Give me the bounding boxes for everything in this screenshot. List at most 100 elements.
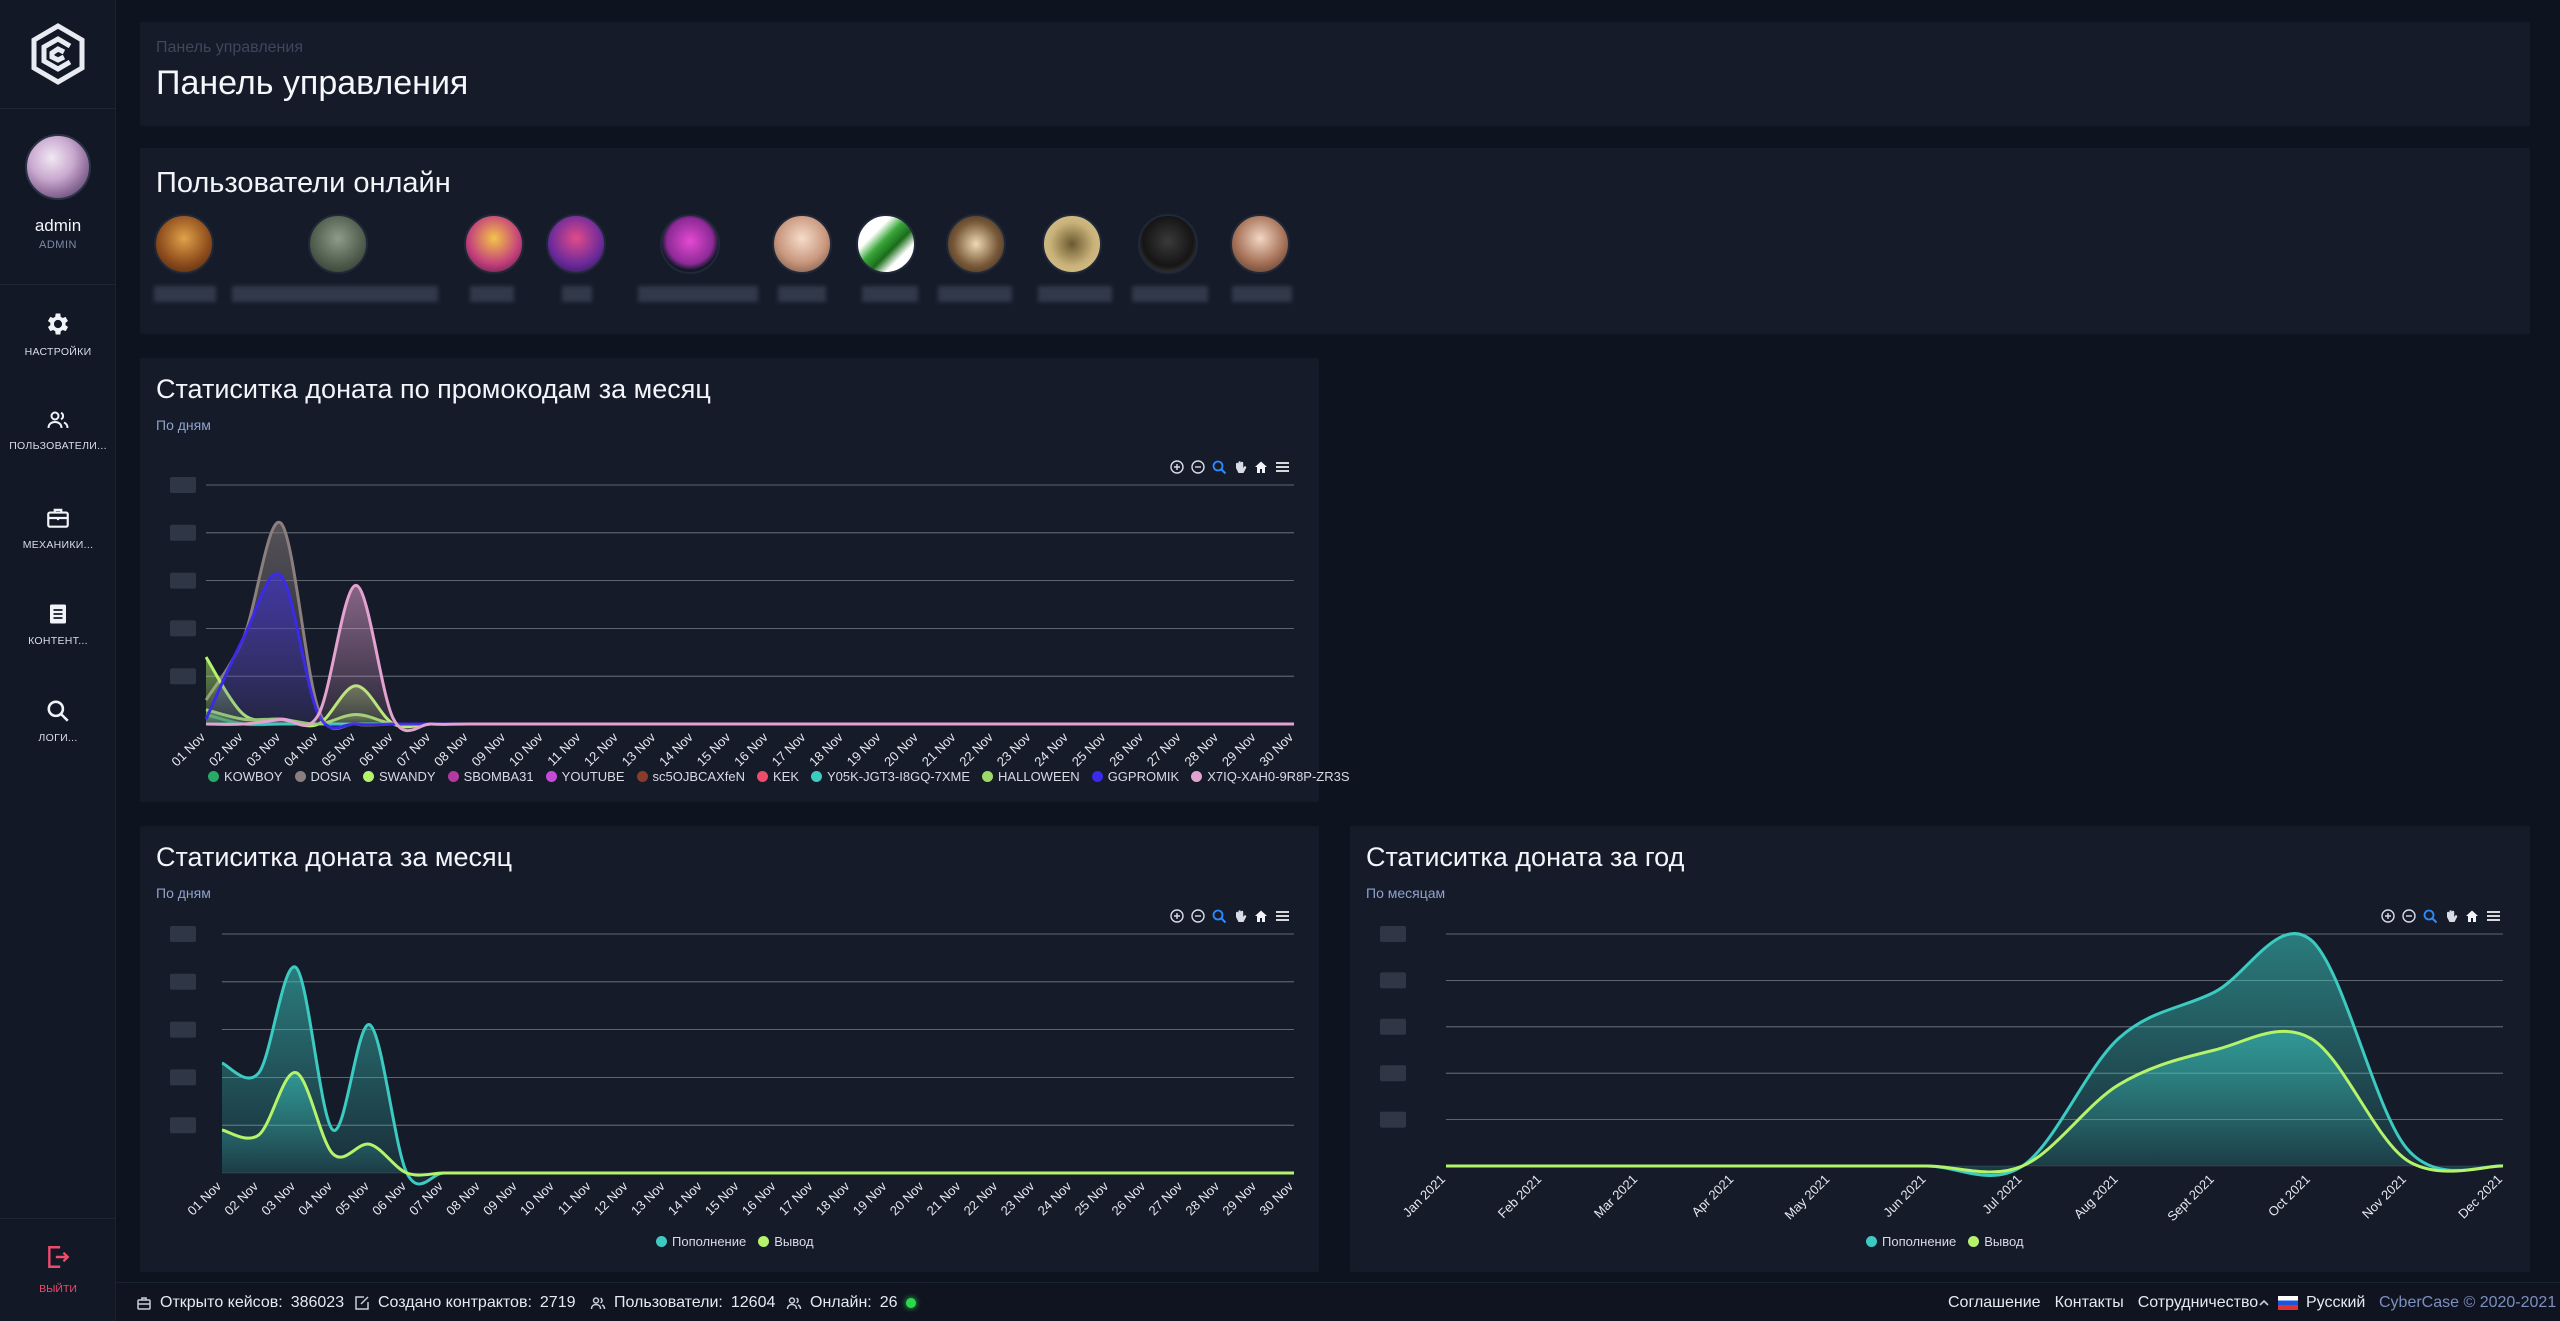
copyright: CyberCase © 2020-2021 <box>2379 1294 2557 1311</box>
username-blurred <box>154 286 216 302</box>
user-profile[interactable]: admin ADMIN <box>0 134 116 251</box>
online-user[interactable] <box>154 214 216 302</box>
online-user[interactable] <box>856 214 918 302</box>
online-user[interactable] <box>938 214 1012 302</box>
legend-marker <box>758 1236 770 1247</box>
legend-item[interactable]: sc5OJBCAXfeN <box>636 769 745 784</box>
x-tick-label: 13 Nov <box>628 1178 668 1218</box>
online-user[interactable] <box>772 214 832 302</box>
home-icon[interactable] <box>1255 910 1267 923</box>
legend-item[interactable]: GGPROMIK <box>1091 769 1179 784</box>
legend-item[interactable]: KEK <box>756 769 799 784</box>
home-icon[interactable] <box>1255 461 1267 474</box>
y-tick-label-blurred <box>170 1069 196 1086</box>
legend-item[interactable]: YOUTUBE <box>545 769 625 784</box>
online-user[interactable] <box>1132 214 1208 302</box>
x-tick-label: 24 Nov <box>1035 1178 1075 1218</box>
online-status-dot <box>905 1298 916 1308</box>
x-tick-label: 12 Nov <box>581 729 621 769</box>
language-selector[interactable]: Русский <box>2258 1294 2365 1312</box>
zoom-out-icon[interactable] <box>1191 460 1205 474</box>
legend-item[interactable]: Пополнение <box>1866 1234 1956 1249</box>
legend-marker <box>1091 771 1103 782</box>
year-chart[interactable]: Jan 2021 Feb 2021 Mar 2021 Apr 2021 May 2021… <box>1350 906 2530 1246</box>
sidebar-item-content[interactable]: КОНТЕНТ... <box>0 601 116 647</box>
avatar[interactable] <box>464 214 524 274</box>
avatar[interactable] <box>660 214 720 274</box>
x-tick-label: 29 Nov <box>1219 729 1259 769</box>
online-user[interactable] <box>232 214 438 302</box>
zoom-out-icon[interactable] <box>2402 909 2416 923</box>
legend-item[interactable]: HALLOWEEN <box>982 769 1080 784</box>
online-user[interactable] <box>464 214 524 302</box>
legend-item[interactable]: Вывод <box>1968 1234 2024 1249</box>
legend-item[interactable]: X7IQ-XAH0-9R8P-ZR3S <box>1191 769 1350 784</box>
y-tick-label-blurred <box>1380 926 1406 942</box>
avatar[interactable] <box>1042 214 1102 274</box>
magnifier-icon[interactable] <box>2423 909 2438 924</box>
avatar[interactable] <box>154 214 214 274</box>
pan-icon[interactable] <box>2447 910 2458 922</box>
promo-chart[interactable]: 01 Nov02 Nov03 Nov04 Nov05 Nov06 Nov07 N… <box>140 438 1319 802</box>
link-agreement[interactable]: Соглашение <box>1948 1294 2041 1312</box>
legend-item[interactable]: Пополнение <box>656 1234 746 1249</box>
x-tick-label: 24 Nov <box>1031 729 1071 769</box>
x-tick-label: 04 Nov <box>281 729 321 769</box>
legend-marker <box>545 771 557 782</box>
avatar[interactable] <box>308 214 368 274</box>
online-user[interactable] <box>638 214 758 302</box>
sidebar-item-label: МЕХАНИКИ... <box>22 539 94 551</box>
series-area <box>206 585 1294 731</box>
legend-label: HALLOWEEN <box>998 769 1080 784</box>
divider <box>0 284 116 285</box>
link-cooperation[interactable]: Сотрудничество <box>2138 1294 2259 1312</box>
avatar[interactable] <box>1138 214 1198 274</box>
legend-item[interactable]: Вывод <box>758 1234 814 1249</box>
legend-marker <box>208 771 219 782</box>
legend-item[interactable]: KOWBOY <box>208 769 283 784</box>
zoom-in-icon[interactable] <box>2381 909 2395 923</box>
menu-icon[interactable] <box>1276 462 1289 472</box>
x-tick-label: 05 Nov <box>332 1178 372 1218</box>
online-user[interactable] <box>1038 214 1112 302</box>
magnifier-icon[interactable] <box>1212 909 1227 924</box>
avatar[interactable] <box>1230 214 1290 274</box>
y-tick-label-blurred <box>170 572 196 589</box>
breadcrumb[interactable]: Панель управления <box>156 39 303 57</box>
sidebar-item-mechanics[interactable]: МЕХАНИКИ... <box>0 505 116 551</box>
pan-icon[interactable] <box>1236 461 1247 473</box>
series-X7IQ-XAH0-9R8P-ZR3S[interactable] <box>205 583 1294 733</box>
sidebar-item-users[interactable]: ПОЛЬЗОВАТЕЛИ... <box>0 408 116 452</box>
x-tick-label: 13 Nov <box>619 729 659 769</box>
zoom-in-icon[interactable] <box>1170 460 1184 474</box>
legend-item[interactable]: SWANDY <box>362 769 436 784</box>
sidebar-item-logs[interactable]: ЛОГИ... <box>0 698 116 744</box>
legend-item[interactable]: Y05K-JGT3-I8GQ-7XME <box>811 769 970 784</box>
logout-button[interactable]: ВЫЙТИ <box>0 1244 116 1295</box>
avatar[interactable] <box>946 214 1006 274</box>
zoom-out-icon[interactable] <box>1191 909 1205 923</box>
avatar[interactable] <box>772 214 832 274</box>
menu-icon[interactable] <box>2487 911 2500 921</box>
avatar[interactable] <box>856 214 916 274</box>
home-icon[interactable] <box>2466 910 2478 923</box>
avatar[interactable] <box>25 134 91 200</box>
legend-item[interactable]: DOSIA <box>294 769 351 784</box>
x-tick-label: 12 Nov <box>591 1178 631 1218</box>
pan-icon[interactable] <box>1236 910 1247 922</box>
month-chart[interactable]: 01 Nov02 Nov03 Nov04 Nov05 Nov06 Nov07 N… <box>140 906 1319 1246</box>
logo-icon[interactable] <box>26 22 90 86</box>
x-tick-label: 05 Nov <box>318 729 358 769</box>
link-contacts[interactable]: Контакты <box>2055 1294 2124 1312</box>
avatar[interactable] <box>546 214 606 274</box>
sidebar-item-settings[interactable]: НАСТРОЙКИ <box>0 310 116 358</box>
x-tick-label: 10 Nov <box>506 729 546 769</box>
zoom-in-icon[interactable] <box>1170 909 1184 923</box>
menu-icon[interactable] <box>1276 911 1289 921</box>
online-user[interactable] <box>546 214 606 302</box>
legend-item[interactable]: SBOMBA31 <box>447 769 534 784</box>
magnifier-icon[interactable] <box>1212 460 1227 475</box>
x-tick-label: 09 Nov <box>469 729 509 769</box>
online-user[interactable] <box>1230 214 1292 302</box>
x-tick-label: 08 Nov <box>443 1178 483 1218</box>
